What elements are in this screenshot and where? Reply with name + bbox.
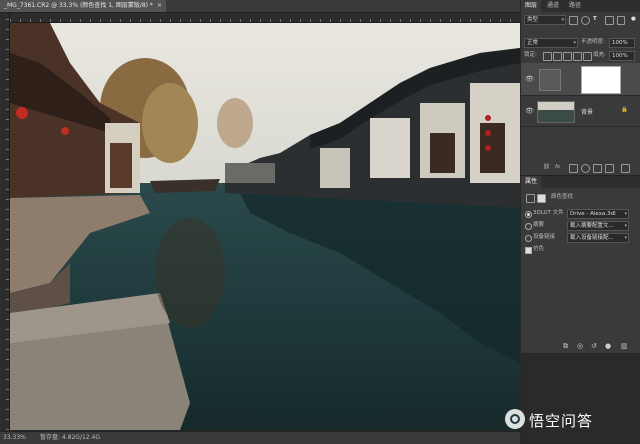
lock-label: 锁定: <box>524 52 537 58</box>
property-label: 仿色 <box>533 246 545 252</box>
properties-heading: 颜色查找 <box>551 194 574 200</box>
adjustment-filter-icon[interactable] <box>581 16 590 25</box>
lut-file-select[interactable]: Drive - Alexa.3dl ▾ <box>567 209 629 219</box>
lock-fill-row: 锁定: 填充: 100% <box>521 50 640 61</box>
background-layer-thumbnail <box>537 101 575 123</box>
document-tab[interactable]: _MG_7361.CR2 @ 33.3% (颜色查找 1, 图层蒙版/8) * × <box>0 0 166 12</box>
view-previous-icon[interactable]: ◎ <box>577 342 583 350</box>
link-layers-icon[interactable]: ⛓ <box>543 163 550 172</box>
filter-toggle-icon[interactable]: ● <box>631 15 636 24</box>
mask-icon[interactable] <box>537 194 546 203</box>
document-info[interactable]: 暂存盘: 4.82G/12.4G <box>40 432 100 444</box>
horizontal-ruler[interactable] <box>10 13 520 23</box>
close-icon[interactable]: × <box>157 2 162 9</box>
wukong-logo-icon <box>505 409 525 429</box>
property-label: 摘要 <box>533 222 545 228</box>
adjustment-icon <box>526 194 535 203</box>
radio-3dlut[interactable] <box>525 211 532 218</box>
opacity-label: 不透明度: <box>581 39 605 45</box>
property-label: 设备链接 <box>533 234 556 240</box>
canal-town-photo <box>10 23 520 430</box>
layers-panel-tabs: 图层 通道 路径 <box>521 0 640 12</box>
new-group-icon[interactable] <box>593 164 602 173</box>
tab-layers[interactable]: 图层 <box>521 0 542 12</box>
visibility-eye-icon[interactable]: ● <box>605 342 611 350</box>
shape-filter-icon[interactable] <box>605 16 614 25</box>
type-filter-icon[interactable]: T <box>593 15 597 24</box>
layer-mask-thumbnail[interactable] <box>581 66 621 94</box>
abstract-value: 载入摘要配置文... <box>570 223 614 229</box>
delete-layer-icon[interactable] <box>621 164 630 173</box>
property-row-abstract: 摘要 载入摘要配置文... ▾ <box>521 221 640 231</box>
lock-transparent-icon[interactable] <box>543 52 552 61</box>
status-bar: 33.33% 暂存盘: 4.82G/12.4G <box>0 431 520 444</box>
fill-input[interactable]: 100% <box>609 51 635 61</box>
document-tab-title: _MG_7361.CR2 @ 33.3% (颜色查找 1, 图层蒙版/8) * <box>4 2 153 9</box>
visibility-eye-icon[interactable]: 👁 <box>525 75 534 83</box>
layer-color-lookup[interactable]: 👁 <box>521 63 640 96</box>
layers-panel-footer: ⛓ fx <box>521 163 640 174</box>
property-row-dither: 仿色 <box>521 245 640 255</box>
properties-panel: 属性 颜色查找 3DLUT 文件 Drive - Alexa.3dl ▾ 摘要 载… <box>521 175 640 353</box>
device-link-value: 载入设备链接配... <box>570 235 614 241</box>
tab-properties[interactable]: 属性 <box>521 176 542 188</box>
delete-icon[interactable]: ▥ <box>621 342 628 350</box>
fill-label: 填充: <box>593 52 606 58</box>
chevron-down-icon: ▾ <box>573 40 576 46</box>
watermark-text: 悟空问答 <box>529 412 594 430</box>
layer-filter-select[interactable]: 类型 ▾ <box>524 15 566 25</box>
chevron-down-icon: ▾ <box>624 235 627 241</box>
layer-style-icon[interactable]: fx <box>555 163 560 172</box>
lock-position-icon[interactable] <box>563 52 572 61</box>
visibility-eye-icon[interactable]: 👁 <box>525 107 534 115</box>
lut-file-value: Drive - Alexa.3dl <box>570 211 616 217</box>
layer-name: 背景 <box>581 109 594 116</box>
lock-artboard-icon[interactable] <box>573 52 582 61</box>
layer-filter-row: 类型 ▾ T ● <box>521 14 640 25</box>
property-row-device-link: 设备链接 载入设备链接配... ▾ <box>521 233 640 243</box>
new-adjustment-icon[interactable] <box>581 164 590 173</box>
reset-icon[interactable]: ↺ <box>591 342 597 350</box>
add-mask-icon[interactable] <box>569 164 578 173</box>
blend-opacity-row: 正常 ▾ 不透明度: 100% <box>521 37 640 48</box>
document-canvas[interactable] <box>10 23 520 430</box>
smart-object-filter-icon[interactable] <box>617 16 625 25</box>
zoom-level[interactable]: 33.33% <box>3 432 26 444</box>
chevron-down-icon: ▾ <box>561 17 564 23</box>
watermark: 悟空问答 <box>505 406 635 432</box>
lock-image-icon[interactable] <box>553 52 562 61</box>
abstract-select[interactable]: 载入摘要配置文... ▾ <box>567 221 629 231</box>
opacity-value: 100% <box>612 40 628 46</box>
dither-checkbox[interactable] <box>525 247 532 254</box>
properties-panel-tabs: 属性 <box>521 176 640 188</box>
clip-to-layer-icon[interactable]: ⧉ <box>563 342 568 351</box>
opacity-input[interactable]: 100% <box>609 38 635 48</box>
blend-mode-select[interactable]: 正常 ▾ <box>524 38 578 48</box>
radio-device-link[interactable] <box>525 235 532 242</box>
lock-icon: 🔒 <box>621 107 628 113</box>
tab-paths[interactable]: 路径 <box>565 0 585 12</box>
lock-all-icon[interactable] <box>583 52 592 61</box>
properties-heading-row: 颜色查找 <box>521 193 640 203</box>
layer-background[interactable]: 👁 背景 🔒 <box>521 96 640 127</box>
radio-abstract[interactable] <box>525 223 532 230</box>
tab-channels[interactable]: 通道 <box>543 0 563 12</box>
property-row-3dlut: 3DLUT 文件 Drive - Alexa.3dl ▾ <box>521 209 640 219</box>
document-tab-bar: _MG_7361.CR2 @ 33.3% (颜色查找 1, 图层蒙版/8) * × <box>0 0 520 13</box>
pixel-filter-icon[interactable] <box>569 16 578 25</box>
property-label: 3DLUT 文件 <box>533 210 564 216</box>
chevron-down-icon: ▾ <box>624 223 627 229</box>
fill-value: 100% <box>612 53 628 59</box>
adjustment-layer-thumbnail-icon <box>539 69 561 91</box>
layer-filter-label: 类型 <box>527 17 539 23</box>
new-layer-icon[interactable] <box>605 164 614 173</box>
blend-mode-value: 正常 <box>527 40 539 46</box>
chevron-down-icon: ▾ <box>624 211 627 217</box>
vertical-ruler[interactable] <box>0 13 10 430</box>
properties-footer: ⧉ ◎ ↺ ● ▥ <box>521 340 640 352</box>
device-link-select[interactable]: 载入设备链接配... ▾ <box>567 233 629 243</box>
